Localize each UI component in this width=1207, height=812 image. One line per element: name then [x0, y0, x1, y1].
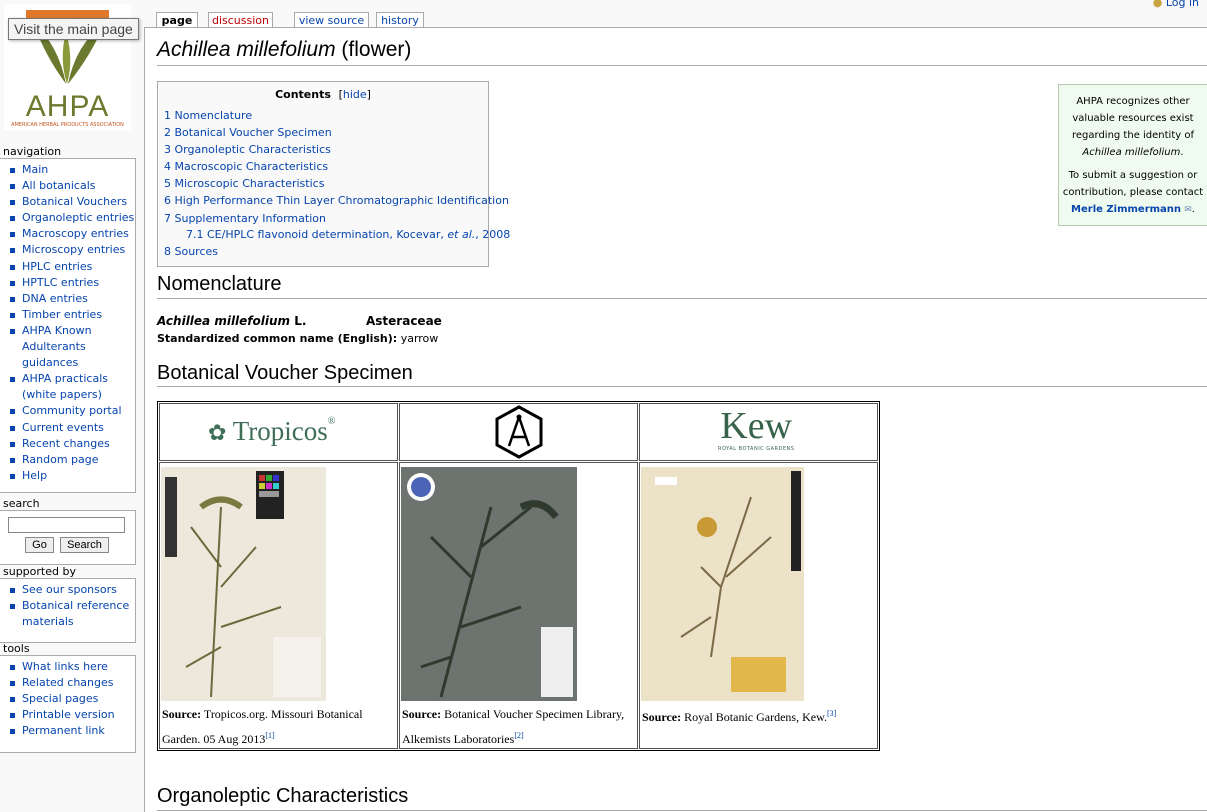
nav-dna[interactable]: DNA entries: [0, 291, 135, 307]
tab-page[interactable]: page: [156, 12, 198, 28]
contact-link[interactable]: Merle Zimmermann: [1071, 204, 1181, 215]
nav-all-botanicals[interactable]: All botanicals: [0, 178, 135, 194]
nav-random-page[interactable]: Random page: [0, 452, 135, 468]
nav-timber[interactable]: Timber entries: [0, 307, 135, 323]
nav-hplc[interactable]: HPLC entries: [0, 259, 135, 275]
ref-link[interactable]: [3]: [827, 709, 836, 718]
page-title: Achillea millefolium (flower): [157, 38, 412, 61]
toc-item[interactable]: 1 Nomenclature: [164, 109, 252, 122]
login-link[interactable]: ● Log in: [1153, 0, 1199, 9]
toc-subitem[interactable]: 7.1 CE/HPLC flavonoid determination, Koc…: [186, 228, 510, 241]
voucher-cell-tropicos: Source: Tropicos.org. Missouri Botanical…: [159, 462, 398, 749]
nav-ahpa-practicals[interactable]: AHPA practicals: [0, 371, 135, 387]
tools-heading: tools: [3, 642, 30, 655]
supported-heading: supported by: [3, 565, 76, 578]
nav-community-portal[interactable]: Community portal: [0, 403, 135, 419]
ref-link[interactable]: [1]: [265, 731, 274, 740]
supported-portlet: supported by See our sponsors Botanical …: [0, 565, 136, 643]
tab-view-source[interactable]: view source: [294, 12, 369, 28]
resources-notice: AHPA recognizes other valuable resources…: [1058, 84, 1207, 226]
tab-discussion[interactable]: discussion: [208, 12, 273, 28]
nav-current-events[interactable]: Current events: [0, 420, 135, 436]
nav-botanical-vouchers[interactable]: Botanical Vouchers: [0, 194, 135, 210]
common-name: Standardized common name (English): yarr…: [157, 332, 439, 345]
specimen-image-tropicos[interactable]: [161, 467, 326, 701]
search-input[interactable]: [8, 517, 125, 533]
kew-logo-cell: Kew ROYAL BOTANIC GARDENS: [639, 403, 878, 461]
tool-special-pages[interactable]: Special pages: [0, 691, 135, 707]
tools-portlet: tools What links here Related changes Sp…: [0, 642, 136, 753]
nav-help[interactable]: Help: [0, 468, 135, 484]
specimen-image-alkemists[interactable]: [401, 467, 577, 701]
nav-organoleptic[interactable]: Organoleptic entries: [0, 210, 135, 226]
tool-what-links-here[interactable]: What links here: [0, 659, 135, 675]
nav-recent-changes[interactable]: Recent changes: [0, 436, 135, 452]
ref-link[interactable]: [2]: [514, 731, 523, 740]
nav-adulterants[interactable]: Adulterants: [0, 339, 135, 355]
nav-ahpa-known[interactable]: AHPA Known: [0, 323, 135, 339]
ahpa-leaf-icon: [4, 4, 131, 90]
toc-item[interactable]: 4 Macroscopic Characteristics: [164, 160, 328, 173]
search-heading: search: [3, 497, 40, 510]
tool-printable-version[interactable]: Printable version: [0, 707, 135, 723]
toc-item[interactable]: 8 Sources: [164, 245, 218, 258]
voucher-cell-alkemists: Source: Botanical Voucher Specimen Libra…: [399, 462, 638, 749]
tropicos-logo[interactable]: ✿ Tropicos®: [208, 416, 335, 447]
family-name: Asteraceae: [366, 314, 442, 328]
toc-hide-link[interactable]: [hide]: [339, 88, 371, 101]
search-portlet: search Go Search: [0, 497, 136, 565]
species-name: Achillea millefolium L.: [157, 314, 307, 328]
nav-macroscopy[interactable]: Macroscopy entries: [0, 226, 135, 242]
specimen-image-kew[interactable]: [641, 467, 804, 701]
section-nomenclature-heading: Nomenclature: [157, 273, 282, 295]
toc-item[interactable]: 3 Organoleptic Characteristics: [164, 143, 331, 156]
toc-item[interactable]: 6 High Performance Thin Layer Chromatogr…: [164, 194, 509, 207]
nav-main[interactable]: Main: [0, 162, 135, 178]
toc-item[interactable]: 7 Supplementary Information: [164, 212, 326, 225]
alkemists-logo-cell: [399, 403, 638, 461]
botanical-reference-link-cont[interactable]: materials: [0, 614, 135, 630]
alkemists-hexagon-logo[interactable]: [493, 404, 545, 460]
nav-hptlc[interactable]: HPTLC entries: [0, 275, 135, 291]
title-divider: [157, 65, 1207, 66]
email-icon: ✉: [1184, 205, 1192, 215]
nav-guidances[interactable]: guidances: [0, 355, 135, 371]
search-button[interactable]: Search: [60, 537, 109, 553]
logo-wordmark: AHPA: [25, 90, 110, 123]
section-organoleptic-heading: Organoleptic Characteristics: [157, 785, 409, 807]
toc-item[interactable]: 5 Microscopic Characteristics: [164, 177, 324, 190]
voucher-table: ✿ Tropicos® Kew ROYAL BOTANIC GARDENS So…: [157, 401, 880, 751]
voucher-cell-kew: Source: Royal Botanic Gardens, Kew.[3]: [639, 462, 878, 749]
tool-permanent-link[interactable]: Permanent link: [0, 723, 135, 739]
botanical-reference-link[interactable]: Botanical reference: [0, 598, 135, 614]
toc-title: Contents: [275, 88, 331, 101]
caption-alkemists: Source: Botanical Voucher Specimen Libra…: [402, 707, 625, 746]
caption-kew: Source: Royal Botanic Gardens, Kew.[3]: [642, 709, 837, 724]
nav-microscopy[interactable]: Microscopy entries: [0, 242, 135, 258]
user-icon: ●: [1152, 0, 1163, 9]
logo-tagline: AMERICAN HERBAL PRODUCTS ASSOCIATION: [11, 122, 124, 128]
tab-history[interactable]: history: [376, 12, 424, 28]
toc-item[interactable]: 2 Botanical Voucher Specimen: [164, 126, 332, 139]
navigation-portlet: navigation Main All botanicals Botanical…: [0, 145, 136, 493]
caption-tropicos: Source: Tropicos.org. Missouri Botanical…: [162, 707, 363, 746]
nav-white-papers[interactable]: (white papers): [0, 387, 135, 403]
tropicos-logo-cell: ✿ Tropicos®: [159, 403, 398, 461]
tropicos-leaf-icon: ✿: [208, 420, 227, 445]
kew-logo[interactable]: Kew ROYAL BOTANIC GARDENS: [718, 406, 794, 452]
tooltip: Visit the main page: [8, 18, 139, 40]
content-area: Achillea millefolium (flower) Contents […: [144, 27, 1207, 812]
go-button[interactable]: Go: [25, 537, 54, 553]
section-voucher-heading: Botanical Voucher Specimen: [157, 362, 413, 384]
tool-related-changes[interactable]: Related changes: [0, 675, 135, 691]
table-of-contents: Contents [hide] 1 Nomenclature 2 Botanic…: [157, 81, 510, 267]
sponsors-link[interactable]: See our sponsors: [0, 582, 135, 598]
navigation-heading: navigation: [3, 145, 62, 158]
